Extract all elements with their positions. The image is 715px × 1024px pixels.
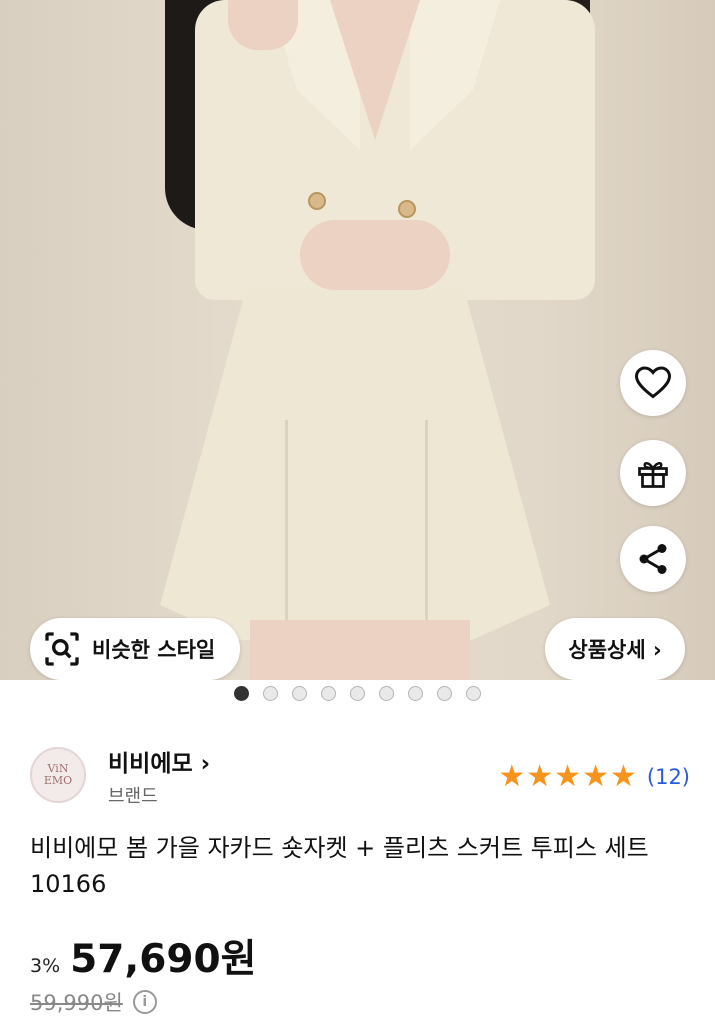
carousel-dot[interactable] [292,686,307,701]
star-icon: ★ [498,759,526,794]
wishlist-button[interactable] [620,350,686,416]
legs [250,620,470,680]
carousel-dot[interactable] [234,686,249,701]
carousel-dot[interactable] [379,686,394,701]
brand-logo[interactable]: ViN EMO [30,747,86,803]
share-button[interactable] [620,526,686,592]
skirt-pleat [285,420,288,640]
price-row: 3% 57,690원 [30,928,257,984]
pleated-skirt [160,290,550,640]
info-icon[interactable]: i [132,990,157,1014]
image-search-icon [45,632,79,666]
raised-hand [228,0,298,50]
carousel-dot[interactable] [263,686,278,701]
original-price: 59,990원 [30,991,123,1015]
star-icon: ★ [526,759,554,794]
skirt-pleat [425,420,428,640]
star-icon: ★ [554,759,582,794]
carousel-indicator [0,686,715,701]
product-image[interactable]: 비슷한 스타일 상품상세 › [0,0,715,680]
jacket-button [398,200,416,218]
review-count-link[interactable]: (12) [647,765,690,789]
carousel-dot[interactable] [437,686,452,701]
carousel-dot[interactable] [350,686,365,701]
brand-label: 브랜드 [108,786,158,807]
jacket-button [308,192,326,210]
carousel-dot[interactable] [466,686,481,701]
hand [300,220,450,290]
carousel-dot[interactable] [408,686,423,701]
heart-icon [635,366,671,399]
discount-rate: 3% [30,955,61,977]
carousel-dot[interactable] [321,686,336,701]
rating[interactable]: ★ ★ ★ ★ ★ (12) [497,762,690,792]
original-price-row: 59,990원 i [30,987,157,1017]
star-icon: ★ [582,759,609,794]
sale-price: 57,690원 [70,937,257,982]
gift-button[interactable] [620,440,686,506]
star-icon: ★ [609,759,637,794]
product-title: 비비에모 봄 가을 자카드 숏자켓 + 플리츠 스커트 투피스 세트 10166 [30,834,649,898]
gift-icon [638,462,668,488]
similar-style-button[interactable]: 비슷한 스타일 [30,618,240,680]
brand-row: ViN EMO 비비에모 › 브랜드 ★ ★ ★ ★ ★ (12) [30,742,690,812]
product-detail-button[interactable]: 상품상세 › [545,618,685,680]
share-icon [639,544,667,574]
product-detail-label: 상품상세 › [568,638,662,662]
logo-text: EMO [43,774,73,787]
brand-name-link[interactable]: 비비에모 › [108,744,210,778]
similar-style-label: 비슷한 스타일 [92,638,216,662]
